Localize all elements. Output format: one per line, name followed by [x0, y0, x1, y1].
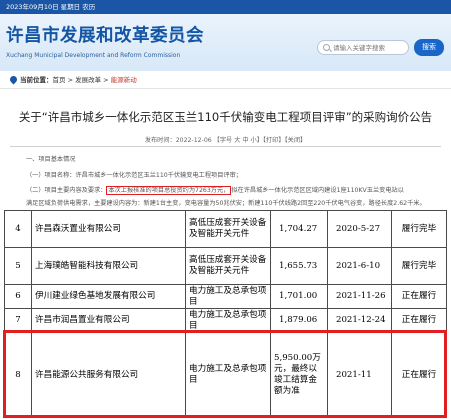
- content-suffix: 拟在许昌城乡一体化示范区区域内建设1座110KV玉兰变电站以: [231, 187, 404, 194]
- type-cell: 电力施工及总承包项目: [185, 308, 271, 333]
- date-cell: 2021-11: [327, 332, 392, 418]
- location-icon: [8, 74, 19, 85]
- row-number: 5: [4, 247, 32, 285]
- breadcrumb-section[interactable]: 发展改革: [75, 76, 101, 84]
- section-heading: 一、项目基本情况: [26, 156, 76, 163]
- status-cell: 履行完毕: [391, 210, 447, 248]
- company-cell: 许昌森沃置业有限公司: [31, 210, 186, 248]
- breadcrumb-separator: >: [65, 76, 76, 84]
- amount-cell: 5,950.00万元，最终以竣工结算金额为准: [270, 332, 328, 418]
- breadcrumb-home[interactable]: 首页: [53, 76, 66, 84]
- date-cell: 2021-6-10: [327, 247, 392, 285]
- company-cell: 许昌能源公共服务有限公司: [31, 332, 186, 418]
- amount-cell: 1,704.27: [270, 210, 328, 248]
- breadcrumb: 当前位置：首页 > 发展改革 > 能源新动: [0, 71, 451, 89]
- breadcrumb-label: 当前位置：: [20, 76, 53, 84]
- amount-cell: 1,655.73: [270, 247, 328, 285]
- company-cell: 上海璞皓智能科技有限公司: [31, 247, 186, 285]
- breadcrumb-current[interactable]: 能源新动: [111, 76, 137, 84]
- row-number: 8: [4, 332, 32, 418]
- row-number: 4: [4, 210, 32, 248]
- search-icon: [323, 44, 330, 51]
- project-content-paragraph: （二）项目主要内容及要求： 本次上报核准的项目总投资约为7263万元， 拟在许昌城乡…: [26, 185, 404, 195]
- table-row: 8 许昌能源公共服务有限公司 电力施工及总承包项目 5,950.00万元，最终以…: [4, 332, 447, 418]
- type-cell: 高低压成套开关设备及智能开关元件: [185, 210, 271, 248]
- table-row: 5 上海璞皓智能科技有限公司 高低压成套开关设备及智能开关元件 1,655.73…: [4, 247, 447, 285]
- project-name-paragraph: （一）项目名称：许昌市城乡一体化示范区玉兰110千伏输变电工程项目评审；: [26, 172, 242, 179]
- status-cell: 正在履行: [391, 332, 447, 418]
- table-row: 4 许昌森沃置业有限公司 高低压成套开关设备及智能开关元件 1,704.27 2…: [4, 210, 447, 248]
- amount-cell: 1,701.00: [270, 284, 328, 309]
- date-bar: 2023年09月10日 星期日 农历: [0, 0, 451, 14]
- article-meta: 发布时间：2022-12-06 【字号 大 中 小】【打印】【关闭】: [144, 137, 307, 144]
- status-cell: 正在履行: [391, 284, 447, 309]
- search-input[interactable]: [333, 42, 407, 53]
- investment-highlight: 本次上报核准的项目总投资约为7263万元，: [106, 186, 232, 195]
- table-row: 6 伊川建业绿色基地发展有限公司 电力施工及总承包项目 1,701.00 202…: [4, 284, 447, 309]
- company-cell: 许昌市润昌置业有限公司: [31, 308, 186, 333]
- date-cell: 2021-11-26: [327, 284, 392, 309]
- search-button[interactable]: 搜索: [414, 39, 444, 56]
- project-content-continued: 满足区域负荷供电需求，主要建设内容为：新建1台主变，变电容量为50兆伏安；新建1…: [26, 200, 426, 207]
- site-header: 许昌市发展和改革委员会 Xuchang Municipal Developmen…: [0, 14, 451, 71]
- date-cell: 2020-5-27: [327, 210, 392, 248]
- contract-table-section: 4 许昌森沃置业有限公司 高低压成套开关设备及智能开关元件 1,704.27 2…: [4, 210, 447, 419]
- status-cell: 正在履行: [391, 308, 447, 333]
- row-number: 6: [4, 284, 32, 309]
- content-prefix: （二）项目主要内容及要求：: [26, 187, 107, 194]
- divider: [10, 146, 441, 147]
- company-cell: 伊川建业绿色基地发展有限公司: [31, 284, 186, 309]
- contract-table: 4 许昌森沃置业有限公司 高低压成套开关设备及智能开关元件 1,704.27 2…: [4, 210, 447, 418]
- amount-cell: 1,879.06: [270, 308, 328, 333]
- site-title[interactable]: 许昌市发展和改革委员会: [6, 22, 204, 47]
- row-number: 7: [4, 308, 32, 333]
- table-row: 7 许昌市润昌置业有限公司 电力施工及总承包项目 1,879.06 2021-1…: [4, 308, 447, 333]
- type-cell: 电力施工及总承包项目: [185, 284, 271, 309]
- type-cell: 电力施工及总承包项目: [185, 332, 271, 418]
- search-box[interactable]: [317, 40, 409, 55]
- date-cell: 2021-12-24: [327, 308, 392, 333]
- article-title: 关于“许昌市城乡一体化示范区玉兰110千伏输变电工程项目评审”的采购询价公告: [18, 110, 433, 124]
- site-subtitle: Xuchang Municipal Development and Reform…: [6, 52, 181, 59]
- type-cell: 高低压成套开关设备及智能开关元件: [185, 247, 271, 285]
- breadcrumb-separator: >: [101, 76, 111, 84]
- status-cell: 履行完毕: [391, 247, 447, 285]
